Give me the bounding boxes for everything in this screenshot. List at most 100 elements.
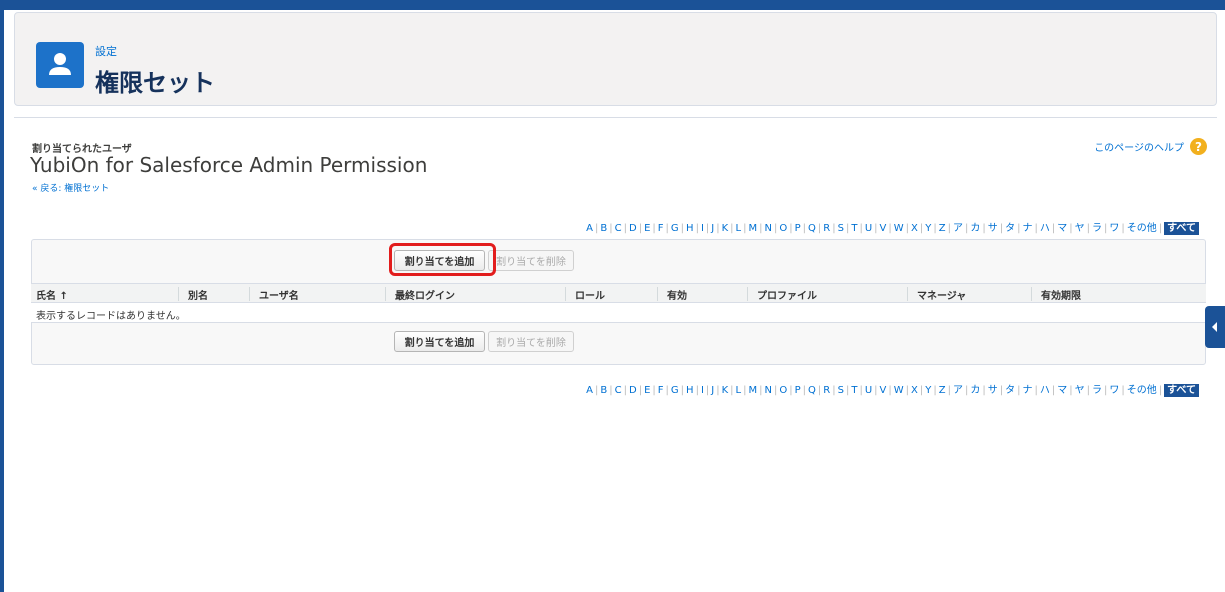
- alphabet-filter-item[interactable]: M: [749, 223, 758, 234]
- column-header[interactable]: 別名: [188, 287, 208, 302]
- alphabet-filter-item[interactable]: R: [823, 223, 830, 234]
- back-link[interactable]: « 戻る: 権限セット: [32, 181, 109, 194]
- alphabet-filter-item[interactable]: ナ: [1022, 223, 1032, 234]
- alphabet-filter-item[interactable]: M: [749, 385, 758, 396]
- alphabet-separator: |: [665, 223, 669, 234]
- column-header[interactable]: 有効: [667, 287, 687, 302]
- alphabet-filter-item[interactable]: Y: [925, 385, 931, 396]
- alphabet-filter-item[interactable]: その他: [1127, 223, 1157, 234]
- help-link[interactable]: このページのヘルプ ?: [1094, 138, 1207, 155]
- alphabet-separator: |: [652, 385, 656, 396]
- alphabet-filter-item[interactable]: W: [894, 385, 904, 396]
- alphabet-filter-item[interactable]: U: [865, 223, 872, 234]
- alphabet-filter-item[interactable]: すべて: [1164, 222, 1199, 235]
- alphabet-filter-item[interactable]: A: [586, 223, 593, 234]
- alphabet-filter-item[interactable]: G: [671, 223, 679, 234]
- alphabet-separator: |: [665, 385, 669, 396]
- sidebar-toggle[interactable]: [1205, 306, 1225, 348]
- alphabet-filter-item[interactable]: すべて: [1164, 384, 1199, 397]
- alphabet-filter-item[interactable]: X: [911, 223, 918, 234]
- alphabet-filter-item[interactable]: C: [615, 385, 622, 396]
- help-label[interactable]: このページのヘルプ: [1094, 139, 1184, 154]
- help-icon[interactable]: ?: [1190, 138, 1207, 155]
- column-header[interactable]: 有効期限: [1041, 287, 1081, 302]
- alphabet-filter-item[interactable]: R: [823, 385, 830, 396]
- alphabet-filter-item[interactable]: S: [838, 385, 844, 396]
- alphabet-filter-item[interactable]: N: [765, 385, 772, 396]
- add-assignment-button-bottom[interactable]: 割り当てを追加: [394, 331, 485, 352]
- alphabet-filter-item[interactable]: ワ: [1109, 223, 1119, 234]
- alphabet-filter-item[interactable]: T: [851, 385, 857, 396]
- alphabet-filter-item[interactable]: ア: [953, 385, 963, 396]
- alphabet-filter-item[interactable]: V: [880, 223, 887, 234]
- column-header[interactable]: プロファイル: [757, 287, 817, 302]
- alphabet-filter-item[interactable]: P: [795, 223, 801, 234]
- alphabet-filter-item[interactable]: ヤ: [1075, 223, 1085, 234]
- alphabet-filter-item[interactable]: S: [838, 223, 844, 234]
- alphabet-separator: |: [1086, 223, 1090, 234]
- alphabet-filter-item[interactable]: ハ: [1040, 385, 1050, 396]
- alphabet-filter-item[interactable]: B: [600, 223, 607, 234]
- alphabet-filter-item[interactable]: C: [615, 223, 622, 234]
- breadcrumb[interactable]: 設定: [95, 43, 117, 59]
- alphabet-filter-item[interactable]: カ: [970, 223, 980, 234]
- record-title: YubiOn for Salesforce Admin Permission: [30, 153, 428, 177]
- alphabet-filter-item[interactable]: O: [779, 385, 787, 396]
- alphabet-filter-item[interactable]: その他: [1127, 385, 1157, 396]
- alphabet-filter-item[interactable]: カ: [970, 385, 980, 396]
- column-header[interactable]: 氏名 ↑: [36, 287, 68, 302]
- alphabet-filter-item[interactable]: V: [880, 385, 887, 396]
- alphabet-filter-item[interactable]: E: [644, 385, 650, 396]
- alphabet-filter-item[interactable]: L: [736, 385, 742, 396]
- alphabet-filter-item[interactable]: O: [779, 223, 787, 234]
- alphabet-filter-item[interactable]: F: [658, 385, 664, 396]
- alphabet-filter-item[interactable]: J: [711, 385, 714, 396]
- alphabet-filter-item[interactable]: E: [644, 223, 650, 234]
- alphabet-filter-item[interactable]: ラ: [1092, 223, 1102, 234]
- alphabet-filter-item[interactable]: W: [894, 223, 904, 234]
- column-header[interactable]: ユーザ名: [259, 287, 299, 302]
- alphabet-filter-item[interactable]: サ: [988, 385, 998, 396]
- alphabet-filter-item[interactable]: I: [701, 223, 704, 234]
- alphabet-filter-item[interactable]: K: [722, 223, 729, 234]
- column-header[interactable]: 最終ログイン: [395, 287, 455, 302]
- alphabet-filter-item[interactable]: A: [586, 385, 593, 396]
- alphabet-filter-item[interactable]: K: [722, 385, 729, 396]
- alphabet-separator: |: [716, 385, 720, 396]
- alphabet-filter-item[interactable]: D: [629, 385, 637, 396]
- alphabet-filter-item[interactable]: Q: [808, 385, 816, 396]
- alphabet-filter-item[interactable]: ワ: [1109, 385, 1119, 396]
- alphabet-filter-item[interactable]: タ: [1005, 385, 1015, 396]
- alphabet-filter-item[interactable]: サ: [988, 223, 998, 234]
- alphabet-filter-item[interactable]: X: [911, 385, 918, 396]
- alphabet-filter-item[interactable]: H: [686, 385, 694, 396]
- alphabet-filter-item[interactable]: G: [671, 385, 679, 396]
- alphabet-filter-item[interactable]: H: [686, 223, 694, 234]
- alphabet-filter-item[interactable]: ヤ: [1075, 385, 1085, 396]
- alphabet-filter-item[interactable]: I: [701, 385, 704, 396]
- alphabet-filter-item[interactable]: J: [711, 223, 714, 234]
- alphabet-filter-item[interactable]: N: [765, 223, 772, 234]
- alphabet-filter-item[interactable]: ア: [953, 223, 963, 234]
- remove-assignment-button-bottom[interactable]: 割り当てを削除: [488, 331, 574, 352]
- alphabet-filter-item[interactable]: Q: [808, 223, 816, 234]
- column-header[interactable]: マネージャ: [917, 287, 966, 302]
- alphabet-filter-item[interactable]: Z: [939, 385, 946, 396]
- alphabet-filter-item[interactable]: B: [600, 385, 607, 396]
- alphabet-filter-item[interactable]: F: [658, 223, 664, 234]
- alphabet-filter-item[interactable]: Z: [939, 223, 946, 234]
- alphabet-filter-item[interactable]: ハ: [1040, 223, 1050, 234]
- alphabet-filter-item[interactable]: マ: [1057, 223, 1067, 234]
- column-header[interactable]: ロール: [575, 287, 605, 302]
- alphabet-filter-item[interactable]: ナ: [1022, 385, 1032, 396]
- alphabet-filter-item[interactable]: Y: [925, 223, 931, 234]
- alphabet-filter-item[interactable]: U: [865, 385, 872, 396]
- alphabet-filter-item[interactable]: ラ: [1092, 385, 1102, 396]
- alphabet-filter-item[interactable]: D: [629, 223, 637, 234]
- alphabet-filter-item[interactable]: マ: [1057, 385, 1067, 396]
- alphabet-filter-item[interactable]: P: [795, 385, 801, 396]
- alphabet-filter-item[interactable]: T: [851, 223, 857, 234]
- alphabet-filter-item[interactable]: タ: [1005, 223, 1015, 234]
- alphabet-filter-item[interactable]: L: [736, 223, 742, 234]
- remove-assignment-button[interactable]: 割り当てを削除: [488, 250, 574, 271]
